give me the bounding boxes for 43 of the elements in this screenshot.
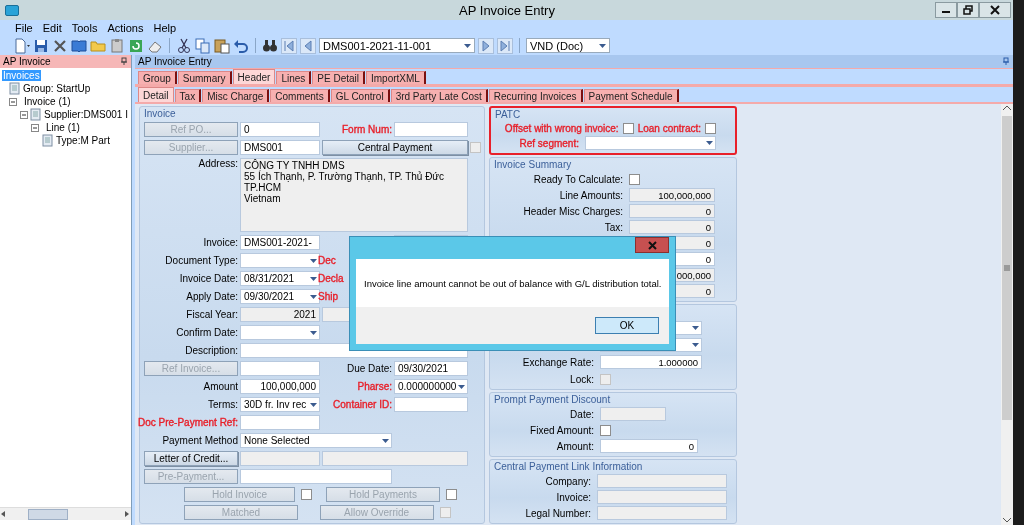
field-label: Ship (318, 291, 338, 302)
field-label: Amount: (556, 440, 594, 452)
field-label: Ref segment: (519, 137, 579, 149)
field-label: Offset with wrong invoice: (504, 122, 619, 134)
field-label: Date: (570, 408, 594, 420)
field-label: Invoice: (203, 237, 238, 248)
field-label: Fixed Amount: (530, 424, 594, 436)
field-label: Terms: (208, 399, 238, 410)
field-label: Fiscal Year: (186, 309, 238, 320)
field-label: Due Date: (346, 363, 392, 374)
field-label: Description: (185, 345, 238, 356)
group-title: PATC (495, 109, 522, 120)
window-title: AP Invoice Entry (458, 2, 556, 18)
field-label: Container ID: (333, 399, 392, 410)
field-label: Apply Date: (186, 291, 238, 302)
field-label: Header Misc Charges: (523, 205, 623, 217)
field-label: Dec (318, 255, 336, 266)
field-label: Lock: (570, 373, 594, 385)
group-title: Invoice Summary (494, 159, 573, 170)
group-title: Central Payment Link Information (494, 461, 644, 472)
field-label: Address: (198, 158, 238, 169)
field-label: Payment Method (162, 435, 238, 446)
field-label: Doc Pre-Payment Ref: (137, 417, 238, 428)
panel-title: AP Invoice Entry (138, 56, 213, 67)
field-label: Form Num: (342, 124, 392, 135)
field-label: Confirm Date: (176, 327, 238, 338)
group-title: Invoice (144, 108, 177, 119)
panel-title: AP Invoice (3, 56, 52, 67)
field-label: Ready To Calculate: (533, 173, 623, 185)
dialog-message: Invoice line amount cannot be out of balance with G/L distribution total. (356, 259, 669, 307)
field-label: Exchange Rate: (522, 356, 594, 368)
field-label: Line Amounts: (559, 189, 623, 201)
field-label: Amount (203, 381, 238, 392)
field-label: Legal Number: (525, 507, 591, 519)
field-label: Decla (318, 273, 344, 284)
field-label: Document Type: (165, 255, 238, 266)
field-label: Invoice: (556, 491, 591, 503)
group-title: Prompt Payment Discount (494, 394, 612, 405)
field-label: Tax: (604, 221, 623, 233)
field-label: Company: (545, 475, 591, 487)
field-label: Pharse: (357, 381, 392, 392)
field-label: Loan contract: (637, 122, 701, 134)
field-label: Invoice Date: (179, 273, 238, 284)
